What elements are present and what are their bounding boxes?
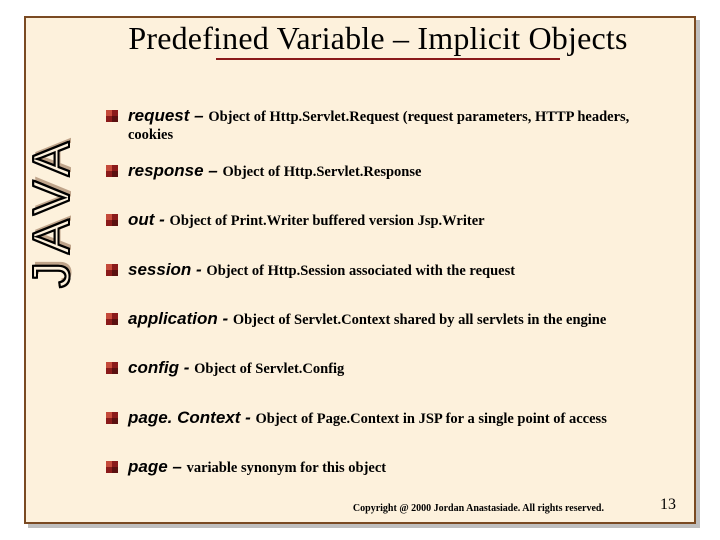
bullet-icon bbox=[106, 362, 118, 374]
term: page. Context - bbox=[128, 408, 256, 427]
list-item-body: session - Object of Http.Session associa… bbox=[128, 260, 674, 280]
bullet-icon bbox=[106, 110, 118, 122]
description: Object of Page.Context in JSP for a sing… bbox=[256, 411, 607, 427]
bullet-icon bbox=[106, 264, 118, 276]
bullet-icon bbox=[106, 214, 118, 226]
list-item: request – Object of Http.Servlet.Request… bbox=[106, 106, 674, 145]
list-item: page. Context - Object of Page.Context i… bbox=[106, 408, 674, 428]
bullet-icon bbox=[106, 313, 118, 325]
title-underline bbox=[216, 58, 560, 60]
list-item: application - Object of Servlet.Context … bbox=[106, 309, 674, 329]
list-item: session - Object of Http.Session associa… bbox=[106, 260, 674, 280]
list-item-body: page. Context - Object of Page.Context i… bbox=[128, 408, 674, 428]
term: page – bbox=[128, 457, 187, 476]
list-item: config - Object of Servlet.Config bbox=[106, 358, 674, 378]
description: Object of Servlet.Context shared by all … bbox=[233, 312, 606, 328]
list-item-body: out - Object of Print.Writer buffered ve… bbox=[128, 210, 674, 230]
bullet-icon bbox=[106, 461, 118, 473]
description: Object of Servlet.Config bbox=[194, 361, 344, 377]
copyright-text: Copyright @ 2000 Jordan Anastasiade. All… bbox=[353, 503, 604, 514]
list-item-body: application - Object of Servlet.Context … bbox=[128, 309, 674, 329]
list-item: response – Object of Http.Servlet.Respon… bbox=[106, 161, 674, 181]
title-block: Predefined Variable – Implicit Objects bbox=[86, 22, 670, 60]
term: application - bbox=[128, 309, 233, 328]
term: response – bbox=[128, 161, 223, 180]
page-number: 13 bbox=[660, 496, 676, 514]
term: request – bbox=[128, 106, 208, 125]
list-item-body: page – variable synonym for this object bbox=[128, 457, 674, 477]
footer: Copyright @ 2000 Jordan Anastasiade. All… bbox=[26, 496, 694, 514]
term: out - bbox=[128, 210, 170, 229]
list-item-body: response – Object of Http.Servlet.Respon… bbox=[128, 161, 674, 181]
bullet-list: request – Object of Http.Servlet.Request… bbox=[106, 106, 674, 507]
sidebar-java-wordart: JAVA bbox=[22, 134, 82, 288]
term: session - bbox=[128, 260, 206, 279]
bullet-icon bbox=[106, 165, 118, 177]
description: Object of Http.Servlet.Response bbox=[223, 164, 422, 180]
description: variable synonym for this object bbox=[187, 460, 387, 476]
list-item-body: config - Object of Servlet.Config bbox=[128, 358, 674, 378]
list-item-body: request – Object of Http.Servlet.Request… bbox=[128, 106, 674, 145]
term: config - bbox=[128, 358, 194, 377]
list-item: page – variable synonym for this object bbox=[106, 457, 674, 477]
bullet-icon bbox=[106, 412, 118, 424]
list-item: out - Object of Print.Writer buffered ve… bbox=[106, 210, 674, 230]
description: Object of Print.Writer buffered version … bbox=[170, 213, 485, 229]
slide-title: Predefined Variable – Implicit Objects bbox=[86, 22, 670, 56]
description: Object of Http.Session associated with t… bbox=[206, 263, 515, 279]
slide: JAVA Predefined Variable – Implicit Obje… bbox=[24, 16, 696, 524]
